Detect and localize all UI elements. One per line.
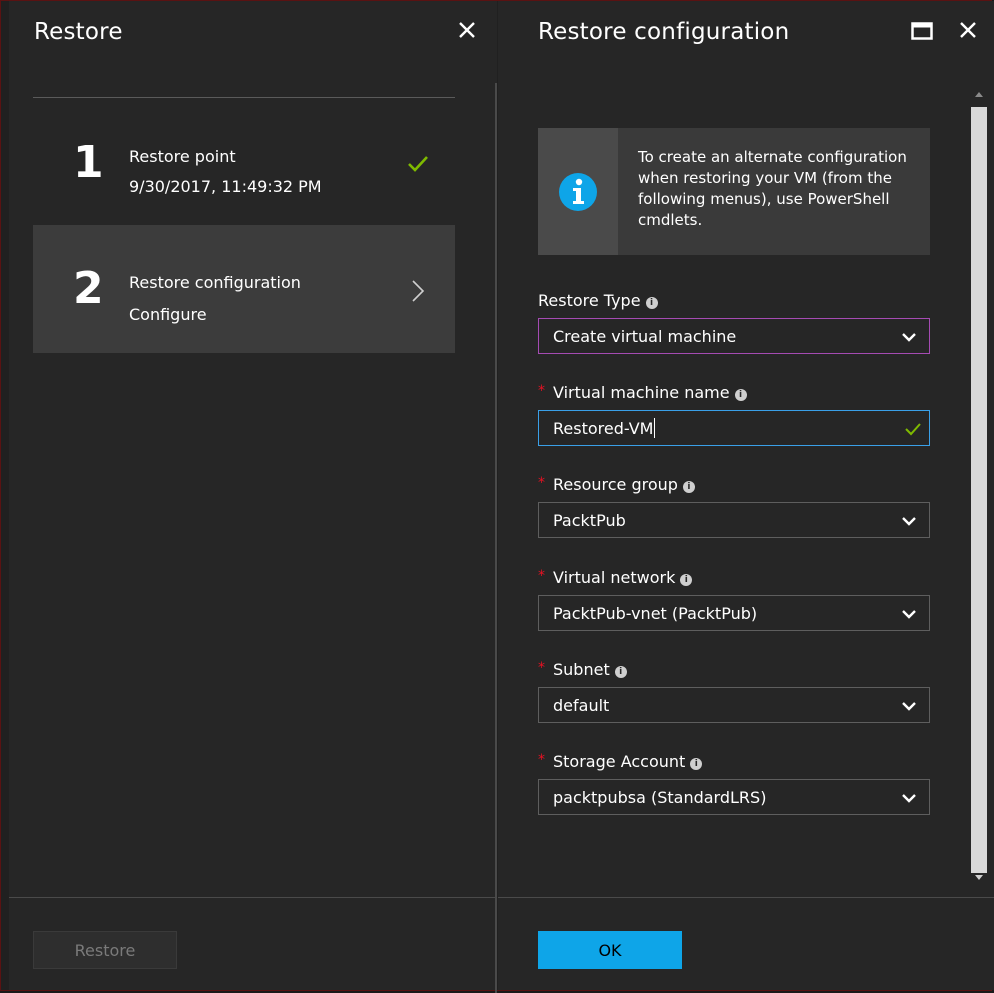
chevron-down-icon <box>902 333 916 342</box>
vm-name-label: * Virtual machine name i <box>538 383 747 402</box>
text-cursor <box>654 418 656 438</box>
info-banner: To create an alternate configuration whe… <box>538 128 930 255</box>
checkmark-icon <box>905 423 921 436</box>
restore-type-select[interactable]: Create virtual machine <box>538 318 930 354</box>
restore-blade: Restore 1 Restore point 9/30/2017, 11:49… <box>9 1 495 990</box>
step-subtitle: Configure <box>129 305 207 324</box>
scrollbar-thumb[interactable] <box>971 107 987 873</box>
vertical-scrollbar[interactable] <box>967 81 991 891</box>
virtual-network-value: PacktPub-vnet (PacktPub) <box>553 603 758 623</box>
restore-type-label-text: Restore Type <box>538 291 641 310</box>
resource-group-select[interactable]: PacktPub <box>538 502 930 538</box>
info-text: To create an alternate configuration whe… <box>638 148 907 229</box>
virtual-network-select[interactable]: PacktPub-vnet (PacktPub) <box>538 595 930 631</box>
subnet-label: * Subnet i <box>538 660 627 679</box>
info-icon <box>559 173 597 211</box>
chevron-down-icon <box>902 794 916 803</box>
storage-account-value: packtpubsa (StandardLRS) <box>553 787 767 807</box>
subnet-select[interactable]: default <box>538 687 930 723</box>
blade-divider <box>495 83 497 993</box>
step-number: 2 <box>73 263 104 314</box>
app-frame: Restore 1 Restore point 9/30/2017, 11:49… <box>0 0 994 993</box>
info-icon[interactable]: i <box>645 297 658 309</box>
restore-type-label: Restore Type i <box>538 291 658 310</box>
blade-divider-top <box>495 1 497 83</box>
footer-separator <box>9 897 495 898</box>
restore-button[interactable]: Restore <box>33 931 177 969</box>
info-icon[interactable]: i <box>680 574 693 586</box>
chevron-down-icon <box>902 517 916 526</box>
storage-account-select[interactable]: packtpubsa (StandardLRS) <box>538 779 930 815</box>
title-separator <box>33 97 455 98</box>
vm-name-label-text: Virtual machine name <box>553 383 730 402</box>
info-icon[interactable]: i <box>734 389 747 401</box>
vm-name-value: Restored-VM <box>553 418 654 438</box>
restore-type-value: Create virtual machine <box>553 326 737 346</box>
resource-group-label-text: Resource group <box>553 475 678 494</box>
required-marker: * <box>538 752 545 768</box>
close-icon[interactable] <box>957 19 979 41</box>
chevron-down-icon <box>902 610 916 619</box>
maximize-icon[interactable] <box>911 22 933 40</box>
ok-button[interactable]: OK <box>538 931 682 969</box>
step-subtitle: 9/30/2017, 11:49:32 PM <box>129 177 322 196</box>
resource-group-label: * Resource group i <box>538 475 695 494</box>
required-marker: * <box>538 475 545 491</box>
step-number: 1 <box>73 137 104 188</box>
footer-separator <box>498 897 994 898</box>
step-title: Restore configuration <box>129 273 301 292</box>
virtual-network-label: * Virtual network i <box>538 568 693 587</box>
restore-configuration-title: Restore configuration <box>538 19 790 45</box>
info-icon[interactable]: i <box>690 758 703 770</box>
subnet-label-text: Subnet <box>553 660 610 679</box>
close-icon[interactable] <box>456 19 478 41</box>
scroll-down-arrow-icon[interactable] <box>973 873 985 883</box>
restore-configuration-blade: Restore configuration To create an alter… <box>498 1 994 990</box>
resource-group-value: PacktPub <box>553 510 626 530</box>
required-marker: * <box>538 383 545 399</box>
storage-account-label-text: Storage Account <box>553 752 686 771</box>
step-restore-point[interactable]: 1 Restore point 9/30/2017, 11:49:32 PM <box>33 99 455 227</box>
restore-blade-title: Restore <box>34 19 123 45</box>
step-restore-configuration[interactable]: 2 Restore configuration Configure <box>33 225 455 353</box>
info-icon[interactable]: i <box>614 666 627 678</box>
storage-account-label: * Storage Account i <box>538 752 703 771</box>
subnet-value: default <box>553 695 610 715</box>
required-marker: * <box>538 660 545 676</box>
step-title: Restore point <box>129 147 236 166</box>
info-icon[interactable]: i <box>682 481 695 493</box>
chevron-right-icon <box>412 280 425 302</box>
checkmark-icon <box>408 156 428 172</box>
chevron-down-icon <box>902 702 916 711</box>
vm-name-input[interactable]: Restored-VM <box>538 410 930 446</box>
virtual-network-label-text: Virtual network <box>553 568 676 587</box>
scroll-up-arrow-icon[interactable] <box>973 89 985 99</box>
info-icon-panel <box>538 128 618 255</box>
required-marker: * <box>538 568 545 584</box>
